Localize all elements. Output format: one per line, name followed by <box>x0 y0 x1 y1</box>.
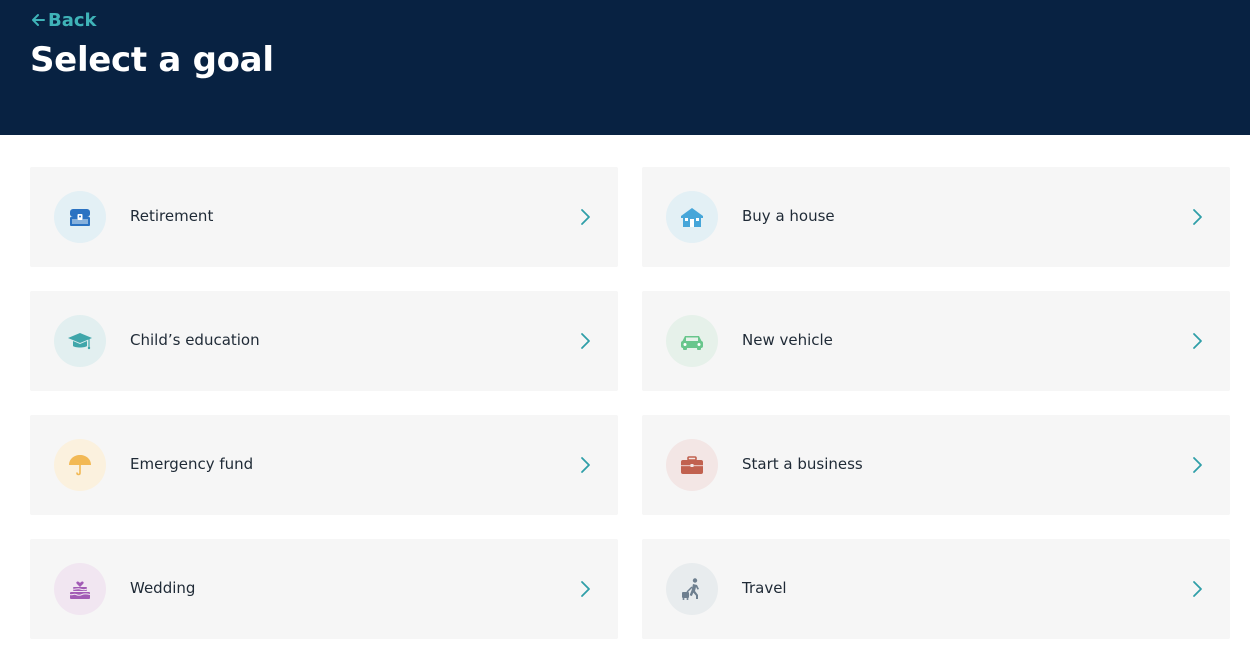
goal-label: Retirement <box>130 207 214 225</box>
goal-label: Start a business <box>742 455 863 473</box>
goal-label: New vehicle <box>742 331 833 349</box>
chevron-right-icon <box>580 580 592 598</box>
goal-label: Travel <box>742 579 787 597</box>
chevron-right-icon <box>580 332 592 350</box>
chevron-right-icon <box>1192 332 1204 350</box>
goal-list: Retirement Buy a house Child’s education… <box>30 167 1230 639</box>
chevron-right-icon <box>580 208 592 226</box>
goal-label: Emergency fund <box>130 455 254 473</box>
goal-card-retirement[interactable]: Retirement <box>30 167 618 267</box>
goal-card-wedding[interactable]: Wedding <box>30 539 618 639</box>
car-icon <box>666 315 718 367</box>
goal-card-new-vehicle[interactable]: New vehicle <box>642 291 1230 391</box>
chevron-right-icon <box>580 456 592 474</box>
treasure-chest-icon <box>54 191 106 243</box>
chevron-right-icon <box>1192 580 1204 598</box>
wedding-cake-icon <box>54 563 106 615</box>
back-label: Back <box>48 9 97 31</box>
house-icon <box>666 191 718 243</box>
goal-card-travel[interactable]: Travel <box>642 539 1230 639</box>
arrow-left-icon <box>30 12 46 28</box>
umbrella-icon <box>54 439 106 491</box>
goal-label: Child’s education <box>130 331 260 349</box>
traveler-icon <box>666 563 718 615</box>
goal-label: Wedding <box>130 579 196 597</box>
chevron-right-icon <box>1192 456 1204 474</box>
goal-card-childs-education[interactable]: Child’s education <box>30 291 618 391</box>
goal-card-start-a-business[interactable]: Start a business <box>642 415 1230 515</box>
graduation-cap-icon <box>54 315 106 367</box>
goal-card-buy-a-house[interactable]: Buy a house <box>642 167 1230 267</box>
chevron-right-icon <box>1192 208 1204 226</box>
briefcase-icon <box>666 439 718 491</box>
back-link[interactable]: Back <box>30 8 97 32</box>
page-title: Select a goal <box>30 40 274 80</box>
goal-label: Buy a house <box>742 207 835 225</box>
goal-card-emergency-fund[interactable]: Emergency fund <box>30 415 618 515</box>
page-header: Back Select a goal <box>0 0 1250 135</box>
